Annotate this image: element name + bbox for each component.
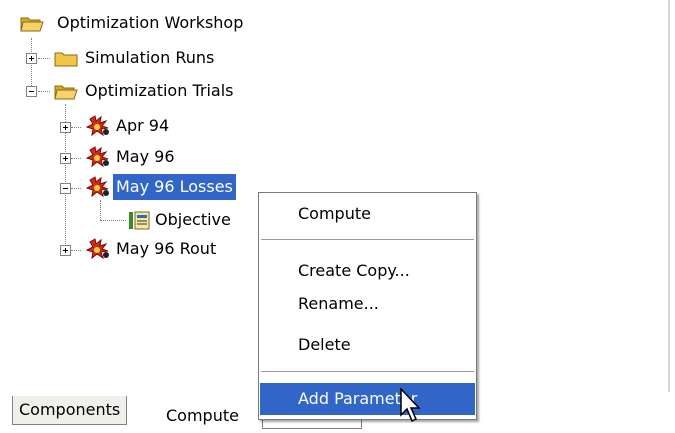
tree-label-trial-selected: May 96 Losses <box>113 174 236 200</box>
menu-separator <box>261 371 474 372</box>
tree-label-objective: Objective <box>155 210 231 229</box>
optimization-trial-icon <box>86 176 109 198</box>
menu-item-compute[interactable]: Compute <box>260 198 475 230</box>
collapse-trial-may96-losses-toggle[interactable] <box>60 183 71 194</box>
tree-label-simulation-runs: Simulation Runs <box>85 48 215 67</box>
menu-item-add-parameter[interactable]: Add Parameter <box>260 383 475 415</box>
menu-item-delete[interactable]: Delete <box>260 329 475 361</box>
expand-trial-may96-rout-toggle[interactable] <box>60 245 71 256</box>
menu-item-create-copy[interactable]: Create Copy... <box>260 255 475 287</box>
optimization-trial-icon <box>86 115 109 137</box>
folder-icon <box>54 52 78 67</box>
objective-icon <box>129 211 150 230</box>
expand-trial-may96-toggle[interactable] <box>60 153 71 164</box>
menu-item-rename[interactable]: Rename... <box>260 288 475 320</box>
optimization-trial-icon <box>86 146 109 168</box>
tree-label-trial: Apr 94 <box>116 116 170 135</box>
tree-label-trial: May 96 Rout <box>116 239 217 258</box>
tab-components[interactable]: Components <box>12 396 128 425</box>
menu-separator <box>261 239 474 240</box>
tree-label-root: Optimization Workshop <box>57 13 244 32</box>
open-folder-icon <box>20 17 44 32</box>
collapse-optimization-trials-toggle[interactable] <box>26 86 37 97</box>
open-folder-icon <box>54 85 78 100</box>
tree-label-optimization-trials: Optimization Trials <box>85 81 234 100</box>
tab-compute[interactable]: Compute <box>160 402 245 430</box>
tree-label-trial: May 96 <box>116 147 175 166</box>
expand-simulation-runs-toggle[interactable] <box>26 53 37 64</box>
context-menu: Compute Create Copy... Rename... Delete … <box>258 192 477 420</box>
optimization-trial-icon <box>86 238 109 260</box>
mouse-pointer-icon <box>400 388 421 423</box>
expand-trial-apr94-toggle[interactable] <box>60 122 71 133</box>
